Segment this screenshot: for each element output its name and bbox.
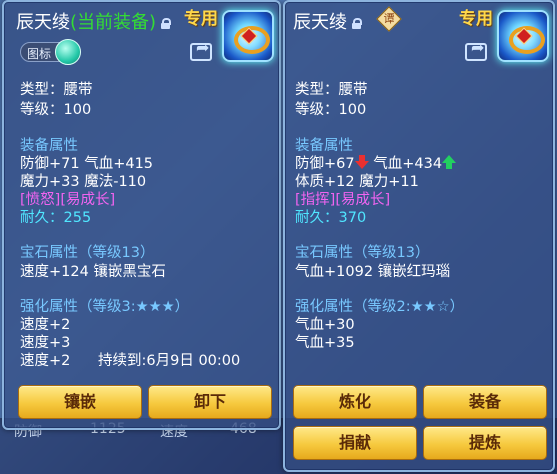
belt-item-icon [497, 10, 549, 62]
right-level: 等级：100 [295, 102, 367, 118]
arrow-down-icon [354, 155, 369, 169]
right-durability: 耐久：370 [295, 210, 367, 226]
arrow-up-icon [442, 155, 457, 169]
left-item-current-tag: (当前装备) [70, 12, 157, 33]
right-item-title: 辰天绫 [293, 8, 362, 34]
refine-button[interactable]: 炼化 [293, 385, 417, 419]
left-type: 类型：腰带 [20, 82, 93, 98]
share-icon[interactable] [190, 38, 212, 61]
left-enhance-line-3: 速度+2 [20, 353, 71, 369]
belt-item-icon [222, 10, 274, 62]
right-type: 类型：腰带 [295, 82, 368, 98]
donate-button[interactable]: 捐献 [293, 426, 417, 460]
left-gem-line: 速度+124 镶嵌黑宝石 [20, 264, 166, 280]
lock-icon [161, 18, 172, 29]
unequip-button[interactable]: 卸下 [148, 385, 272, 419]
inlay-button[interactable]: 镶嵌 [18, 385, 142, 419]
badge-icon: 谭 [376, 6, 402, 32]
left-special-label: 专用 [184, 9, 218, 29]
lock-icon [352, 18, 362, 29]
right-enhance-line-2: 气血+35 [295, 335, 355, 351]
right-item-name: 辰天绫 [293, 12, 347, 33]
extract-button[interactable]: 提炼 [423, 426, 547, 460]
left-enhance-duration: 持续到:6月9日 00:00 [98, 353, 241, 369]
current-equipment-panel: 辰天绫(当前装备) 专用 图标 类型：腰带 等级：100 装备属性 防御+71 … [2, 0, 281, 430]
right-special-label: 专用 [459, 9, 493, 29]
left-durability: 耐久：255 [20, 210, 92, 226]
left-gem-header: 宝石属性（等级13） [20, 245, 155, 261]
share-icon[interactable] [465, 38, 487, 61]
left-item-name: 辰天绫 [16, 12, 70, 33]
icon-toggle-label: 图标 [27, 47, 52, 61]
icon-toggle[interactable]: 图标 [20, 39, 81, 65]
right-gem-line: 气血+1092 镶嵌红玛瑙 [295, 264, 451, 280]
equip-button[interactable]: 装备 [423, 385, 547, 419]
right-gem-header: 宝石属性（等级13） [295, 245, 430, 261]
compare-equipment-panel: 辰天绫 谭 专用 类型：腰带 等级：100 装备属性 防御+67 气血+434 … [283, 0, 555, 472]
left-item-title: 辰天绫(当前装备) [16, 8, 172, 34]
toggle-knob [55, 39, 81, 65]
badge-char: 谭 [383, 12, 395, 25]
left-level: 等级：100 [20, 102, 92, 118]
